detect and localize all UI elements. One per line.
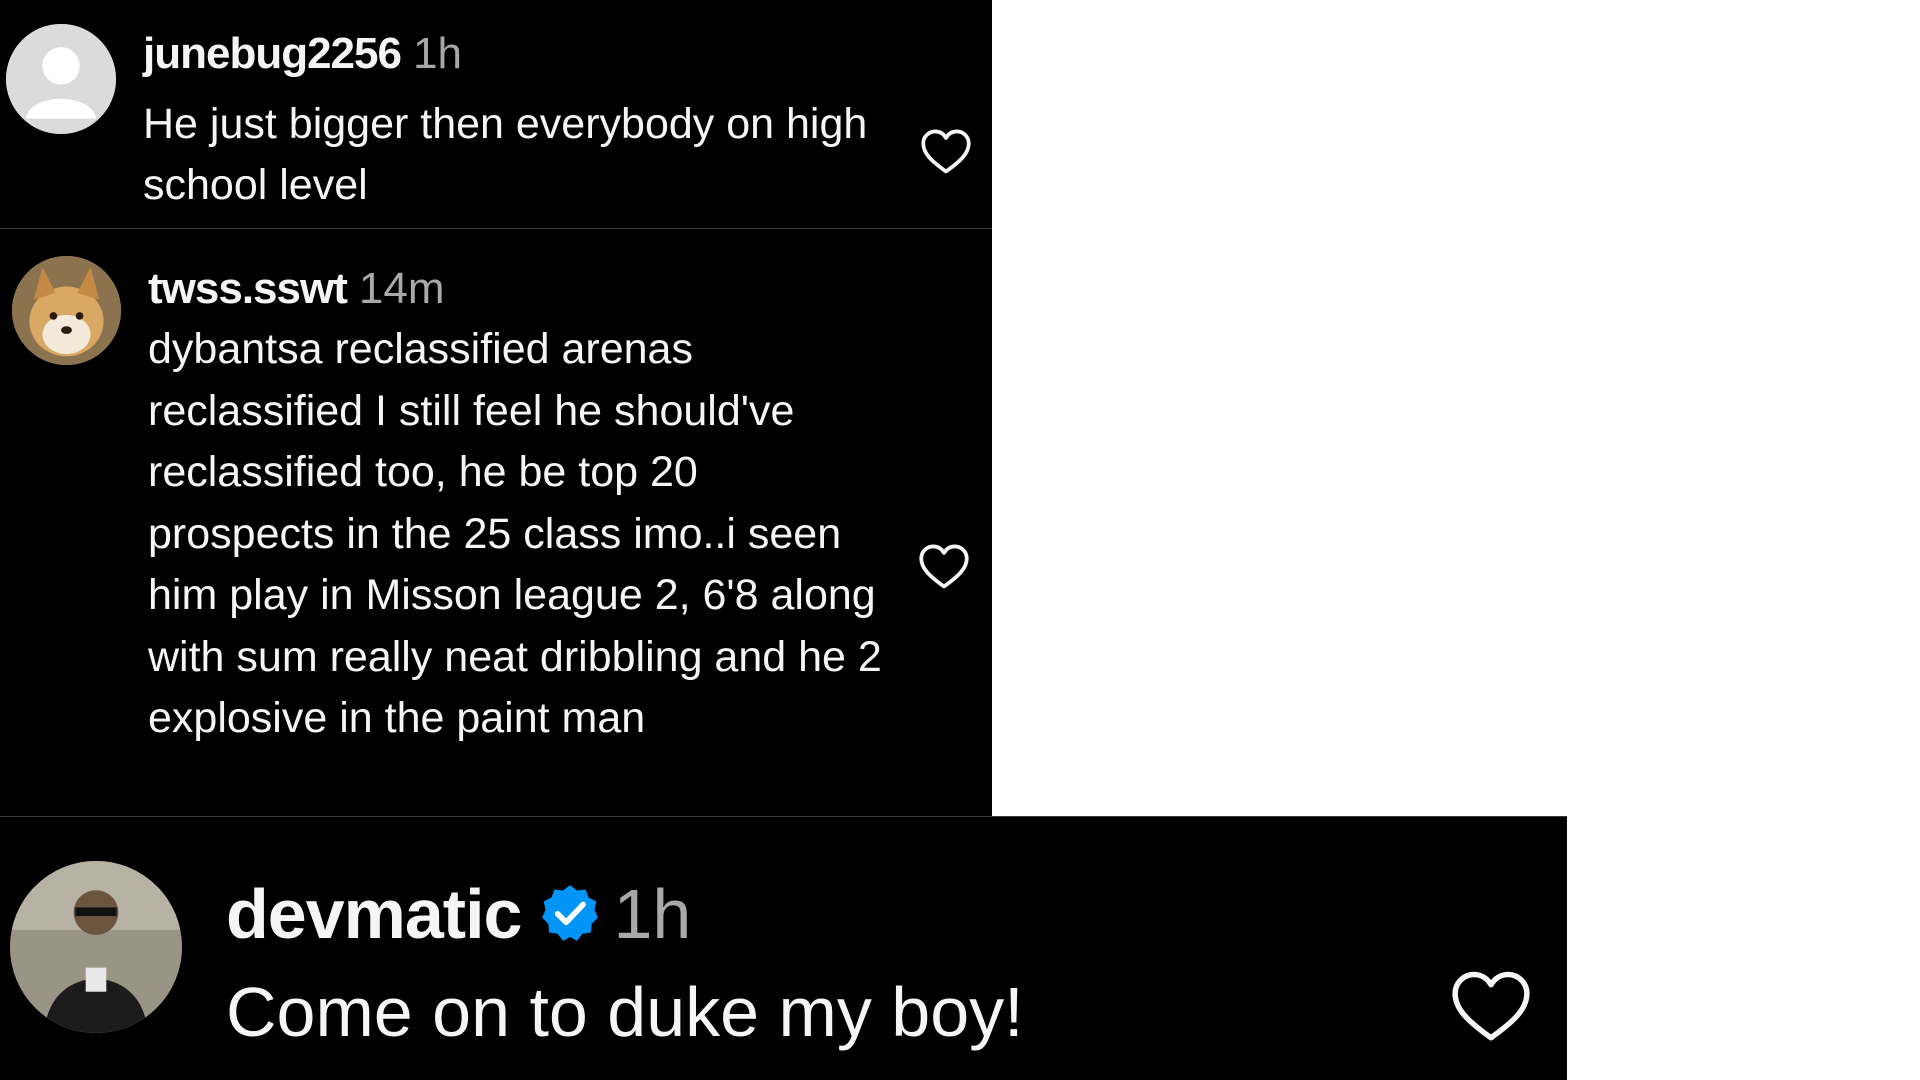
username[interactable]: junebug2256 (143, 29, 402, 78)
avatar[interactable] (6, 24, 116, 134)
comment-text: He just bigger then everybody on high sc… (143, 100, 868, 209)
comment-header: twss.sswt 14m (148, 267, 444, 311)
comment-header: devmatic 1h (226, 879, 691, 949)
default-avatar-icon (6, 24, 116, 134)
comment-header: junebug2256 1h (143, 32, 462, 76)
verified-badge-icon (542, 885, 599, 941)
timestamp[interactable]: 14m (359, 264, 445, 313)
like-button[interactable] (918, 543, 970, 591)
avatar[interactable] (10, 861, 182, 1033)
comment-item: devmatic 1h Come on to duke my boy! (0, 816, 1567, 1080)
comment-text: Come on to duke my boy! (226, 973, 1024, 1051)
username[interactable]: devmatic (226, 875, 522, 953)
heart-outline-icon (919, 544, 969, 589)
timestamp[interactable]: 1h (413, 29, 462, 78)
dog-avatar (12, 256, 121, 365)
comment-item: twss.sswt 14m dybantsa reclassified arena… (0, 228, 992, 816)
timestamp[interactable]: 1h (613, 875, 691, 953)
comment-text: dybantsa reclassified arenas reclassifie… (148, 325, 882, 742)
heart-outline-icon (921, 129, 971, 174)
heart-outline-icon (1452, 971, 1530, 1041)
like-button[interactable] (1450, 969, 1532, 1045)
like-button[interactable] (920, 128, 972, 176)
comments-screenshot: junebug2256 1h He just bigger then everyb… (0, 0, 1920, 1080)
comment-item: junebug2256 1h He just bigger then everyb… (0, 0, 992, 228)
username[interactable]: twss.sswt (148, 264, 348, 313)
user-photo-avatar (10, 861, 182, 1033)
avatar[interactable] (12, 256, 121, 365)
